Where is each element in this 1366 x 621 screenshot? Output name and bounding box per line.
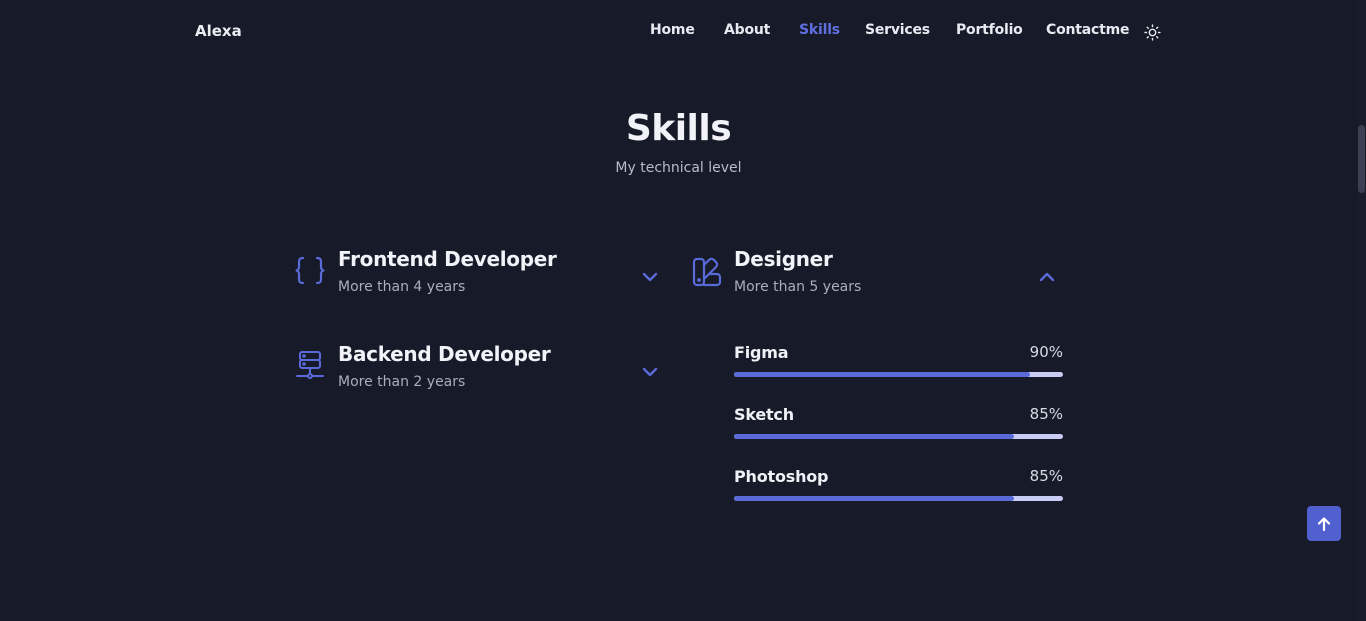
skill-group-designer[interactable]: Designer More than 5 years: [692, 245, 1062, 300]
nav-portfolio[interactable]: Portfolio: [956, 22, 1023, 38]
skill-bar-sketch: Sketch 85%: [734, 405, 1063, 441]
skill-bar-track: [734, 434, 1063, 439]
skill-percent: 85%: [1029, 467, 1063, 485]
nav-services[interactable]: Services: [865, 22, 930, 38]
skill-subtitle-frontend: More than 4 years: [338, 279, 466, 295]
scroll-top-button[interactable]: [1307, 506, 1341, 541]
chevron-down-icon[interactable]: [642, 362, 658, 377]
server-icon: [295, 350, 325, 380]
arrow-up-icon: [1317, 517, 1331, 531]
section-subtitle: My technical level: [615, 160, 742, 176]
nav-home[interactable]: Home: [650, 22, 695, 38]
skill-name: Figma: [734, 343, 789, 362]
skill-bar-track: [734, 496, 1063, 501]
skill-percent: 90%: [1029, 343, 1063, 361]
skill-title-frontend: Frontend Developer: [338, 247, 557, 271]
scrollbar-thumb[interactable]: [1358, 125, 1365, 193]
sun-icon[interactable]: [1144, 24, 1161, 41]
scrollbar[interactable]: [1357, 0, 1366, 621]
skill-bar-fill: [734, 434, 1014, 439]
chevron-down-icon[interactable]: [642, 267, 658, 282]
skill-bar-fill: [734, 372, 1031, 377]
skill-subtitle-backend: More than 2 years: [338, 374, 466, 390]
code-braces-icon: [295, 256, 325, 286]
swatchbook-icon: [692, 257, 722, 287]
skill-bar-photoshop: Photoshop 85%: [734, 467, 1063, 503]
skill-name: Sketch: [734, 405, 794, 424]
skill-title-designer: Designer: [734, 247, 833, 271]
chevron-up-icon[interactable]: [1039, 267, 1055, 282]
skill-title-backend: Backend Developer: [338, 342, 551, 366]
skill-bar-track: [734, 372, 1063, 377]
skill-subtitle-designer: More than 5 years: [734, 279, 862, 295]
logo[interactable]: Alexa: [195, 22, 242, 40]
skill-group-frontend[interactable]: Frontend Developer More than 4 years: [295, 245, 665, 300]
skill-group-backend[interactable]: Backend Developer More than 2 years: [295, 340, 665, 395]
nav-skills[interactable]: Skills: [799, 22, 840, 38]
skill-name: Photoshop: [734, 467, 829, 486]
nav-about[interactable]: About: [724, 22, 770, 38]
nav-contactme[interactable]: Contactme: [1046, 22, 1129, 38]
skill-percent: 85%: [1029, 405, 1063, 423]
skill-bar-figma: Figma 90%: [734, 343, 1063, 379]
skill-bar-fill: [734, 496, 1014, 501]
section-title: Skills: [625, 108, 732, 149]
page: Alexa Home About Skills Services Portfol…: [0, 0, 1366, 621]
